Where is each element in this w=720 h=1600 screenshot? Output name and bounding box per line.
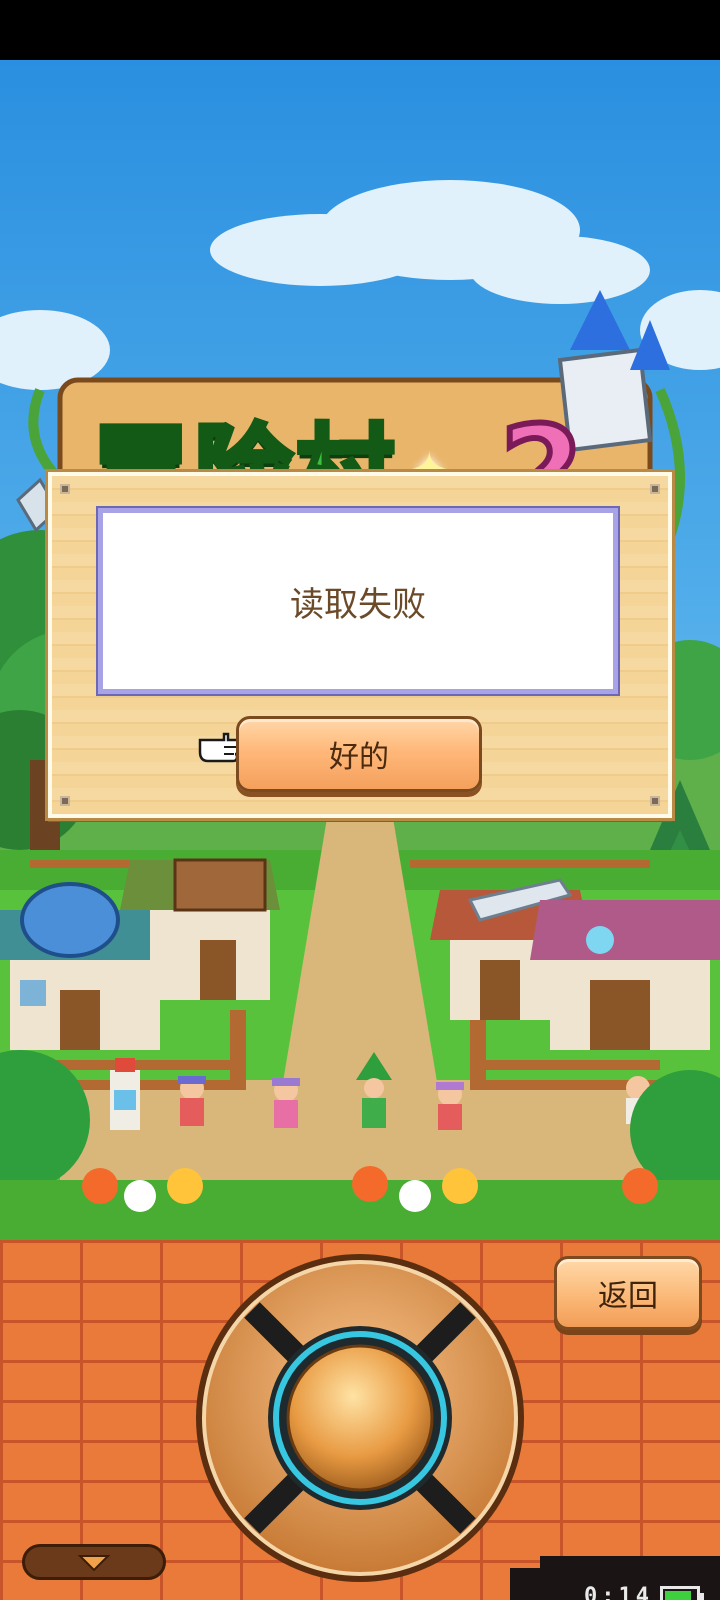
- rivet: [60, 484, 70, 494]
- ok-button[interactable]: 好的: [236, 716, 482, 792]
- menu-toggle-button[interactable]: [22, 1544, 166, 1580]
- ok-button-label: 好的: [329, 740, 389, 775]
- status-bar: [0, 0, 720, 60]
- rivet: [650, 484, 660, 494]
- battery-fill: [665, 1591, 691, 1600]
- chevron-down-icon: [77, 1555, 111, 1572]
- battery-tip: [700, 1593, 704, 1600]
- jewelry-shop-right: [530, 900, 720, 1050]
- battery-icon: [660, 1586, 704, 1600]
- dpad-action-button[interactable]: [286, 1344, 434, 1492]
- play-clock: 0:14: [584, 1584, 653, 1600]
- error-message: 读取失败: [290, 584, 426, 625]
- error-dialog: 读取失败 好的: [45, 469, 675, 821]
- rivet: [650, 796, 660, 806]
- message-box: 读取失败: [96, 506, 620, 696]
- directional-pad[interactable]: [192, 1250, 528, 1586]
- rivet: [60, 796, 70, 806]
- back-button-label: 返回: [598, 1279, 658, 1314]
- back-button[interactable]: 返回: [554, 1256, 702, 1330]
